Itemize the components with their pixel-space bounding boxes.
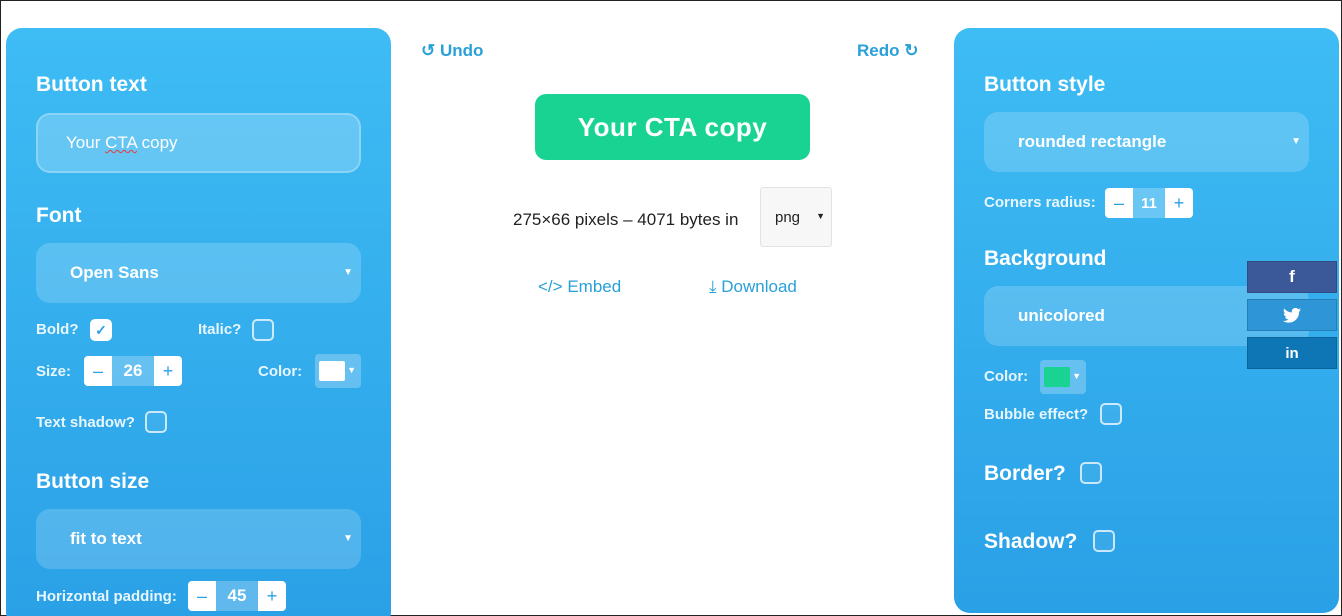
font-select-value: Open Sans xyxy=(70,263,159,282)
chevron-down-icon: ▼ xyxy=(343,533,353,544)
chevron-down-icon: ▼ xyxy=(347,365,356,375)
corners-radius-label: Corners radius: xyxy=(984,194,1096,211)
cta-button-preview: Your CTA copy xyxy=(535,94,810,160)
linkedin-share-button[interactable]: in xyxy=(1247,337,1337,369)
twitter-bird-icon xyxy=(1283,307,1301,323)
size-decrement-button[interactable]: – xyxy=(84,356,112,386)
button-size-heading: Button size xyxy=(36,470,150,493)
check-icon: ✓ xyxy=(95,321,107,338)
embed-link[interactable]: </> Embed xyxy=(538,277,621,297)
border-checkbox[interactable] xyxy=(1080,462,1102,484)
download-label: Download xyxy=(721,277,797,296)
chevron-down-icon: ▼ xyxy=(1072,371,1081,381)
facebook-icon: f xyxy=(1289,267,1295,286)
text-shadow-checkbox[interactable] xyxy=(145,411,167,433)
bg-color-picker[interactable]: ▼ xyxy=(1040,360,1086,394)
button-size-select[interactable]: fit to text ▼ xyxy=(36,509,361,569)
chevron-down-icon: ▼ xyxy=(343,267,353,278)
image-info-text: 275×66 pixels – 4071 bytes in xyxy=(513,210,739,229)
corners-decrement-button[interactable]: – xyxy=(1105,188,1133,218)
button-size-value: fit to text xyxy=(70,529,142,548)
font-heading: Font xyxy=(36,204,82,227)
corners-increment-button[interactable]: + xyxy=(1165,188,1193,218)
chevron-down-icon: ▼ xyxy=(816,211,825,221)
bg-color-label: Color: xyxy=(984,368,1029,385)
download-icon: ⤓ xyxy=(709,277,717,296)
bg-color-swatch xyxy=(1044,367,1070,387)
button-style-select[interactable]: rounded rectangle ▼ xyxy=(984,112,1309,172)
shadow-label: Shadow? xyxy=(984,530,1078,553)
background-value: unicolored xyxy=(1018,306,1105,325)
bold-checkbox[interactable]: ✓ xyxy=(90,319,112,341)
text-color-label: Color: xyxy=(258,363,303,380)
format-select[interactable]: png ▼ xyxy=(760,187,832,247)
h-padding-value[interactable]: 45 xyxy=(216,581,258,611)
button-text-input[interactable]: Your CTA copy xyxy=(36,113,361,173)
text-color-swatch xyxy=(319,361,345,381)
size-value[interactable]: 26 xyxy=(112,356,154,386)
text-shadow-label: Text shadow? xyxy=(36,414,135,431)
button-style-heading: Button style xyxy=(984,73,1106,96)
corners-radius-stepper: – 11 + xyxy=(1105,188,1193,218)
h-padding-stepper: – 45 + xyxy=(188,581,286,611)
button-text-heading: Button text xyxy=(36,73,147,96)
redo-button[interactable]: Redo ↻ xyxy=(857,41,918,61)
format-value: png xyxy=(775,208,801,226)
font-select[interactable]: Open Sans ▼ xyxy=(36,243,361,303)
size-label: Size: xyxy=(36,363,72,380)
bold-label: Bold? xyxy=(36,321,79,338)
background-heading: Background xyxy=(984,247,1107,270)
italic-label: Italic? xyxy=(198,321,242,338)
text-color-picker[interactable]: ▼ xyxy=(315,354,361,388)
border-label: Border? xyxy=(984,462,1066,485)
chevron-down-icon: ▼ xyxy=(1291,136,1301,147)
embed-label: Embed xyxy=(567,277,622,296)
download-link[interactable]: ⤓ Download xyxy=(709,277,797,297)
redo-icon: ↻ xyxy=(904,41,919,60)
corners-radius-value[interactable]: 11 xyxy=(1133,188,1165,218)
redo-label: Redo xyxy=(857,41,900,60)
bubble-effect-label: Bubble effect? xyxy=(984,406,1089,423)
h-padding-decrement-button[interactable]: – xyxy=(188,581,216,611)
code-icon: </> xyxy=(538,277,563,296)
undo-button[interactable]: ↺ Undo xyxy=(421,41,483,61)
button-text-value: Your CTA copy xyxy=(66,133,178,152)
left-settings-panel: Button text Your CTA copy Font Open Sans… xyxy=(6,28,391,616)
facebook-share-button[interactable]: f xyxy=(1247,261,1337,293)
twitter-share-button[interactable] xyxy=(1247,299,1337,331)
shadow-checkbox[interactable] xyxy=(1093,530,1115,552)
bubble-effect-checkbox[interactable] xyxy=(1100,403,1122,425)
button-style-value: rounded rectangle xyxy=(1018,132,1167,151)
size-increment-button[interactable]: + xyxy=(154,356,182,386)
h-padding-increment-button[interactable]: + xyxy=(258,581,286,611)
italic-checkbox[interactable] xyxy=(252,319,274,341)
linkedin-icon: in xyxy=(1285,344,1299,362)
undo-label: Undo xyxy=(439,41,484,60)
size-stepper: – 26 + xyxy=(84,356,182,386)
h-padding-label: Horizontal padding: xyxy=(36,588,177,605)
undo-icon: ↺ xyxy=(421,41,436,60)
